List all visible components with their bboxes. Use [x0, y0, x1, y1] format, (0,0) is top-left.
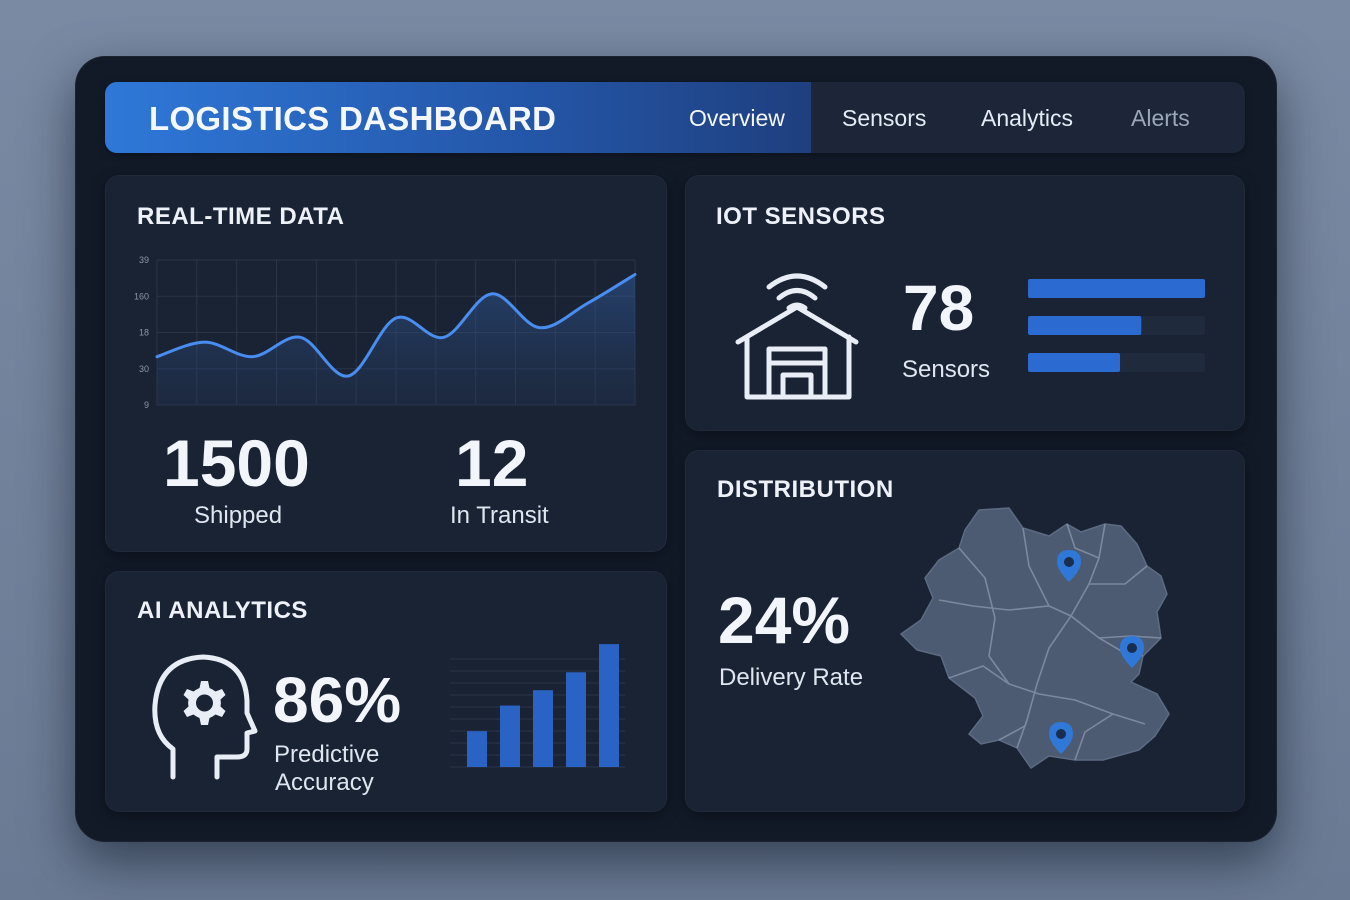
iot-sensors-card[interactable]: IOT SENSORS 78 Sensors [685, 175, 1245, 431]
tab-sensors[interactable]: Sensors [842, 105, 926, 132]
sensor-count-label: Sensors [902, 356, 991, 383]
y-tick-label: 18 [139, 328, 149, 338]
accuracy-value: 86% [273, 664, 402, 736]
y-tick-label: 9 [144, 400, 149, 410]
head-gear-icon [152, 654, 258, 780]
delivery-rate-label: Delivery Rate [719, 664, 864, 691]
app-title: LOGISTICS DASHBOARD [149, 100, 557, 137]
sensor-level-bars [1028, 279, 1205, 372]
sensor-count-value: 78 [903, 272, 975, 344]
tab-analytics[interactable]: Analytics [981, 105, 1073, 132]
sensor-bar-fill [1028, 353, 1121, 372]
sensor-bar-fill [1028, 316, 1142, 335]
top-nav-bar: LOGISTICS DASHBOARD Overview Sensors Ana… [105, 82, 1245, 153]
y-tick-label: 30 [139, 364, 149, 374]
tab-overview[interactable]: Overview [689, 105, 785, 132]
shipped-value: 1500 [163, 426, 310, 500]
realtime-line-chart: 39 160 18 30 9 [134, 255, 637, 410]
accuracy-label-line1: Predictive [274, 741, 380, 768]
bar [500, 705, 520, 767]
realtime-data-card[interactable]: REAL-TIME DATA 39 160 18 30 9 1500 Shipped 1… [105, 175, 667, 552]
ai-analytics-card[interactable]: AI ANALYTICS 86% Predictive Accuracy [105, 571, 667, 812]
accuracy-label-line2: Accuracy [275, 769, 374, 796]
ai-title: AI ANALYTICS [137, 597, 308, 624]
transit-label: In Transit [450, 502, 549, 529]
distribution-card[interactable]: DISTRIBUTION 24% Delivery Rate [685, 450, 1245, 812]
transit-value: 12 [455, 426, 529, 500]
delivery-rate-value: 24% [718, 583, 851, 657]
tab-alerts[interactable]: Alerts [1131, 105, 1190, 132]
y-tick-label: 39 [139, 255, 149, 265]
shipped-label: Shipped [194, 502, 283, 529]
iot-title: IOT SENSORS [716, 203, 886, 230]
y-tick-label: 160 [134, 291, 149, 301]
bar [566, 672, 586, 767]
distribution-title: DISTRIBUTION [717, 476, 894, 503]
bar [599, 644, 619, 767]
bar [533, 690, 553, 767]
warehouse-wifi-icon [735, 273, 859, 400]
bar [467, 731, 487, 767]
distribution-map[interactable] [899, 488, 1209, 778]
sensor-bar-fill [1028, 279, 1205, 298]
analytics-bar-chart [450, 644, 625, 768]
